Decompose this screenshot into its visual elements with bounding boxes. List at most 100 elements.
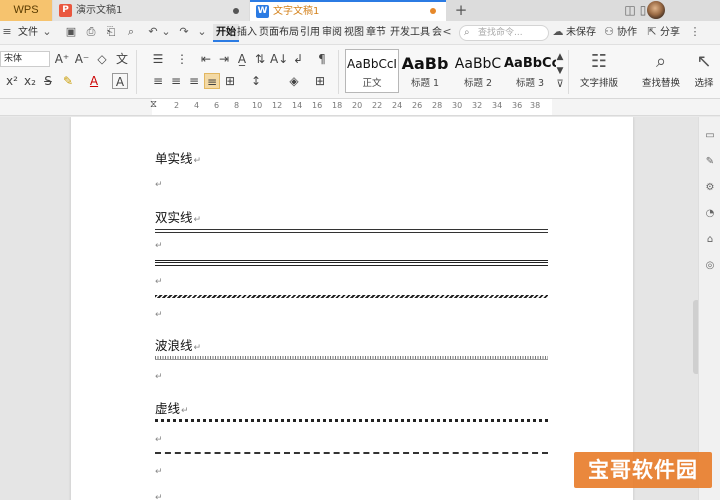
borders-icon[interactable]: ⊞ bbox=[312, 73, 328, 89]
style-name: 标题 3 bbox=[515, 78, 545, 89]
justify-icon[interactable]: ≡ bbox=[204, 73, 220, 89]
hamburger-menu-icon[interactable]: ≡ bbox=[0, 25, 14, 39]
paragraph-mark: ↵ bbox=[155, 180, 163, 190]
tab-chapter[interactable]: 章节 bbox=[366, 24, 386, 42]
line-spacing-icon[interactable]: ↕ bbox=[248, 73, 264, 89]
share-button[interactable]: 分享 bbox=[660, 24, 680, 42]
tab-document[interactable]: W 文字文稿1 bbox=[250, 0, 446, 21]
sort-icon[interactable]: ⇅ bbox=[252, 51, 268, 67]
font-name-select[interactable]: 宋体 bbox=[0, 51, 50, 67]
style-sample: AaBbC bbox=[454, 56, 502, 72]
distributed-align-icon[interactable]: ⊞ bbox=[222, 73, 238, 89]
unsaved-status[interactable]: 未保存 bbox=[566, 24, 596, 42]
ruler-tick-label: 6 bbox=[214, 101, 220, 110]
style-heading-2[interactable]: AaBbC 标题 2 bbox=[451, 49, 505, 93]
style-normal[interactable]: AaBbCcI 正文 bbox=[345, 49, 399, 93]
collaborate-button[interactable]: 协作 bbox=[617, 24, 637, 42]
more-options-icon[interactable]: ⋮ bbox=[688, 25, 702, 39]
tab-page-layout[interactable]: 页面布局 bbox=[259, 24, 299, 42]
quick-access-dropdown-icon[interactable]: ⌄ bbox=[195, 25, 209, 39]
chevron-left-icon[interactable]: < bbox=[440, 25, 454, 39]
command-search-input[interactable]: ⌕ 查找命令... bbox=[459, 25, 549, 41]
decrease-indent-icon[interactable]: ⇤ bbox=[198, 51, 214, 67]
wave-line-border bbox=[155, 356, 548, 360]
show-marks-icon[interactable]: ¶ bbox=[314, 51, 330, 67]
heading-dotted-line: 虚线↵ bbox=[155, 398, 189, 417]
numbered-list-icon[interactable]: ⋮ bbox=[174, 51, 190, 67]
phonetic-guide-icon[interactable]: 文 bbox=[114, 51, 130, 67]
bullet-list-icon[interactable]: ☰ bbox=[150, 51, 166, 67]
redo-icon[interactable]: ↷ bbox=[177, 25, 191, 39]
superscript-icon[interactable]: x² bbox=[4, 73, 20, 89]
align-left-icon[interactable]: ≡ bbox=[150, 73, 166, 89]
cloud-backup-icon[interactable]: ⌂ bbox=[703, 233, 717, 247]
new-tab-button[interactable]: + bbox=[452, 0, 470, 21]
font-color-icon[interactable]: A bbox=[86, 73, 102, 89]
text-direction-icon[interactable]: A↓ bbox=[270, 51, 288, 67]
unsaved-dot-icon[interactable] bbox=[430, 8, 436, 14]
strikethrough-icon[interactable]: S̶ bbox=[40, 73, 56, 89]
find-replace-label: 查找替换 bbox=[641, 78, 680, 89]
ruler-tick-label: 24 bbox=[392, 101, 403, 110]
save-icon[interactable]: ▣ bbox=[64, 25, 78, 39]
user-avatar[interactable] bbox=[647, 1, 665, 19]
dotted-line-border bbox=[155, 419, 548, 422]
document-icon: W bbox=[256, 5, 269, 18]
wps-home-tab[interactable]: WPS bbox=[0, 0, 52, 21]
window-layout-icon[interactable]: ◫ bbox=[623, 2, 637, 18]
undo-icon[interactable]: ↶ bbox=[146, 25, 160, 39]
label-text: 波浪线 bbox=[155, 338, 193, 353]
file-menu[interactable]: 文件 bbox=[18, 24, 38, 42]
text-layout-button[interactable]: ☷ 文字排版 bbox=[574, 49, 624, 95]
increase-font-size-icon[interactable]: A⁺ bbox=[54, 51, 70, 67]
tab-references[interactable]: 引用 bbox=[300, 24, 320, 42]
tab-developer[interactable]: 开发工具 bbox=[390, 24, 430, 42]
chevron-down-icon[interactable]: ⌄ bbox=[40, 25, 54, 39]
select-button[interactable]: ↖ 选择 bbox=[688, 49, 720, 95]
chinese-layout-icon[interactable]: A̲ bbox=[234, 51, 250, 67]
print-preview-icon[interactable]: ⌕ bbox=[124, 25, 138, 39]
paragraph-mark: ↵ bbox=[155, 435, 163, 445]
undo-dropdown-icon[interactable]: ⌄ bbox=[159, 25, 173, 39]
tab-view[interactable]: 视图 bbox=[344, 24, 364, 42]
settings-sliders-icon[interactable]: ⚙ bbox=[703, 181, 717, 195]
title-tab-bar: WPS P 演示文稿1 W 文字文稿1 + ◫ ▯ bbox=[0, 0, 720, 21]
line-break-icon[interactable]: ↲ bbox=[290, 51, 306, 67]
tab-home[interactable]: 开始 bbox=[213, 24, 239, 42]
document-page[interactable]: 单实线↵ ↵ 双实线↵ ↵ ↵ ↵ 波浪线↵ ↵ 虚线↵ ↵ ↵ ↵ bbox=[71, 117, 633, 500]
horizontal-ruler[interactable]: 2 4 6 8 10 12 14 16 18 20 22 24 26 28 30… bbox=[0, 99, 720, 116]
subscript-icon[interactable]: x₂ bbox=[22, 73, 38, 89]
shading-icon[interactable]: ◈ bbox=[286, 73, 302, 89]
tab-insert[interactable]: 插入 bbox=[237, 24, 257, 42]
tab-close-icon[interactable] bbox=[233, 8, 239, 14]
menu-bar: ≡ 文件 ⌄ ▣ ⎙ ⎗ ⌕ ↶ ⌄ ↷ ⌄ 开始 插入 页面布局 引用 审阅 … bbox=[0, 21, 720, 45]
edit-pen-icon[interactable]: ✎ bbox=[703, 155, 717, 169]
help-icon[interactable]: ◎ bbox=[703, 259, 717, 273]
style-heading-1[interactable]: AaBb 标题 1 bbox=[398, 49, 452, 93]
highlight-color-icon[interactable]: ✎ bbox=[60, 73, 76, 89]
print-icon[interactable]: ⎗ bbox=[104, 25, 118, 39]
clear-format-icon[interactable]: ◇ bbox=[94, 51, 110, 67]
ruler-tick-label: 20 bbox=[352, 101, 363, 110]
style-sample: AaBbCc bbox=[504, 56, 556, 71]
indent-marker-icon[interactable]: ⧖ bbox=[150, 99, 157, 110]
paragraph-mark: ↵ bbox=[155, 493, 163, 500]
align-right-icon[interactable]: ≡ bbox=[186, 73, 202, 89]
decrease-font-size-icon[interactable]: A⁻ bbox=[74, 51, 90, 67]
find-icon: ⌕ bbox=[655, 51, 667, 72]
text-layout-icon: ☷ bbox=[590, 51, 608, 72]
styles-gallery-expand-icon[interactable]: ⊽ bbox=[552, 77, 568, 93]
tab-presentation[interactable]: P 演示文稿1 bbox=[53, 0, 249, 21]
triple-line-border bbox=[155, 260, 548, 266]
find-replace-button[interactable]: ⌕ 查找替换 bbox=[636, 49, 686, 95]
history-icon[interactable]: ◔ bbox=[703, 207, 717, 221]
export-pdf-icon[interactable]: ⎙ bbox=[84, 25, 98, 39]
paragraph-mark: ↵ bbox=[181, 406, 189, 416]
align-center-icon[interactable]: ≡ bbox=[168, 73, 184, 89]
character-border-icon[interactable]: A bbox=[112, 73, 128, 89]
tab-review[interactable]: 审阅 bbox=[322, 24, 342, 42]
increase-indent-icon[interactable]: ⇥ bbox=[216, 51, 232, 67]
paragraph-mark: ↵ bbox=[193, 156, 202, 166]
side-panel-icon[interactable]: ▭ bbox=[703, 129, 717, 143]
style-heading-3[interactable]: AaBbCc 标题 3 bbox=[503, 49, 557, 93]
